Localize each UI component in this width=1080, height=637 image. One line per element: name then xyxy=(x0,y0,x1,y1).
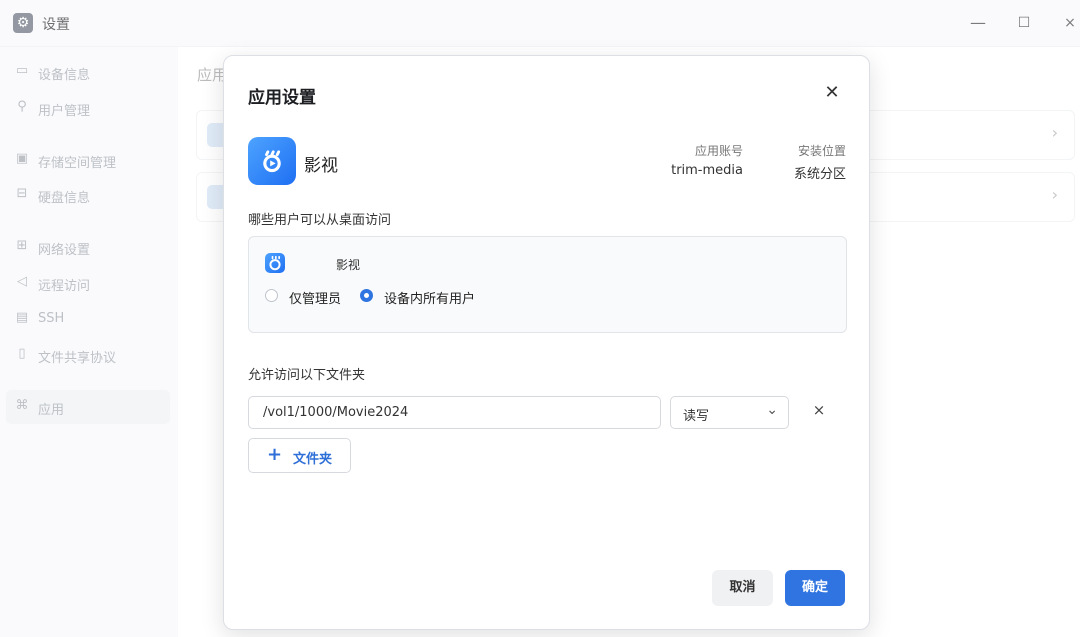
permission-value: 读写 xyxy=(683,409,710,424)
app-account-value: trim-media xyxy=(671,163,743,178)
add-folder-label: 文件夹 xyxy=(293,452,333,467)
media-app-glyph xyxy=(269,255,281,271)
radio-label: 仅管理员 xyxy=(289,292,342,307)
radio-circle-icon xyxy=(265,289,278,302)
add-folder-button[interactable]: + 文件夹 xyxy=(248,438,351,473)
install-location-value: 系统分区 xyxy=(793,167,846,182)
confirm-button[interactable]: 确定 xyxy=(785,570,845,606)
folder-path-input[interactable] xyxy=(248,396,661,429)
user-access-box: 影视 仅管理员 设备内所有用户 xyxy=(248,236,847,333)
app-name: 影视 xyxy=(304,156,338,176)
cancel-button[interactable]: 取消 xyxy=(712,570,773,606)
dialog-close-button[interactable]: ✕ xyxy=(822,81,842,105)
app-settings-dialog: 应用设置 ✕ 影视 应用账号 trim-media 安装位置 系统分区 哪些用户… xyxy=(223,55,870,630)
radio-checked-icon xyxy=(360,289,373,302)
chevron-down-icon: ⌄ xyxy=(766,402,778,418)
media-app-icon xyxy=(248,137,296,185)
media-app-glyph xyxy=(263,150,281,173)
media-app-icon xyxy=(265,253,285,273)
install-location-label: 安装位置 xyxy=(797,144,846,158)
plus-icon: + xyxy=(267,444,283,465)
dialog-title: 应用设置 xyxy=(248,88,316,108)
user-access-label: 哪些用户可以从桌面访问 xyxy=(248,213,392,228)
permission-select[interactable]: 读写 ⌄ xyxy=(670,396,789,429)
radio-admin-only[interactable]: 仅管理员 xyxy=(265,287,355,307)
folder-access-label: 允许访问以下文件夹 xyxy=(248,368,366,383)
remove-folder-button[interactable]: × xyxy=(810,401,828,423)
radio-all-users[interactable]: 设备内所有用户 xyxy=(360,287,490,307)
radio-label: 设备内所有用户 xyxy=(384,292,476,307)
app-name-small: 影视 xyxy=(336,258,361,272)
app-account-label: 应用账号 xyxy=(694,144,743,158)
